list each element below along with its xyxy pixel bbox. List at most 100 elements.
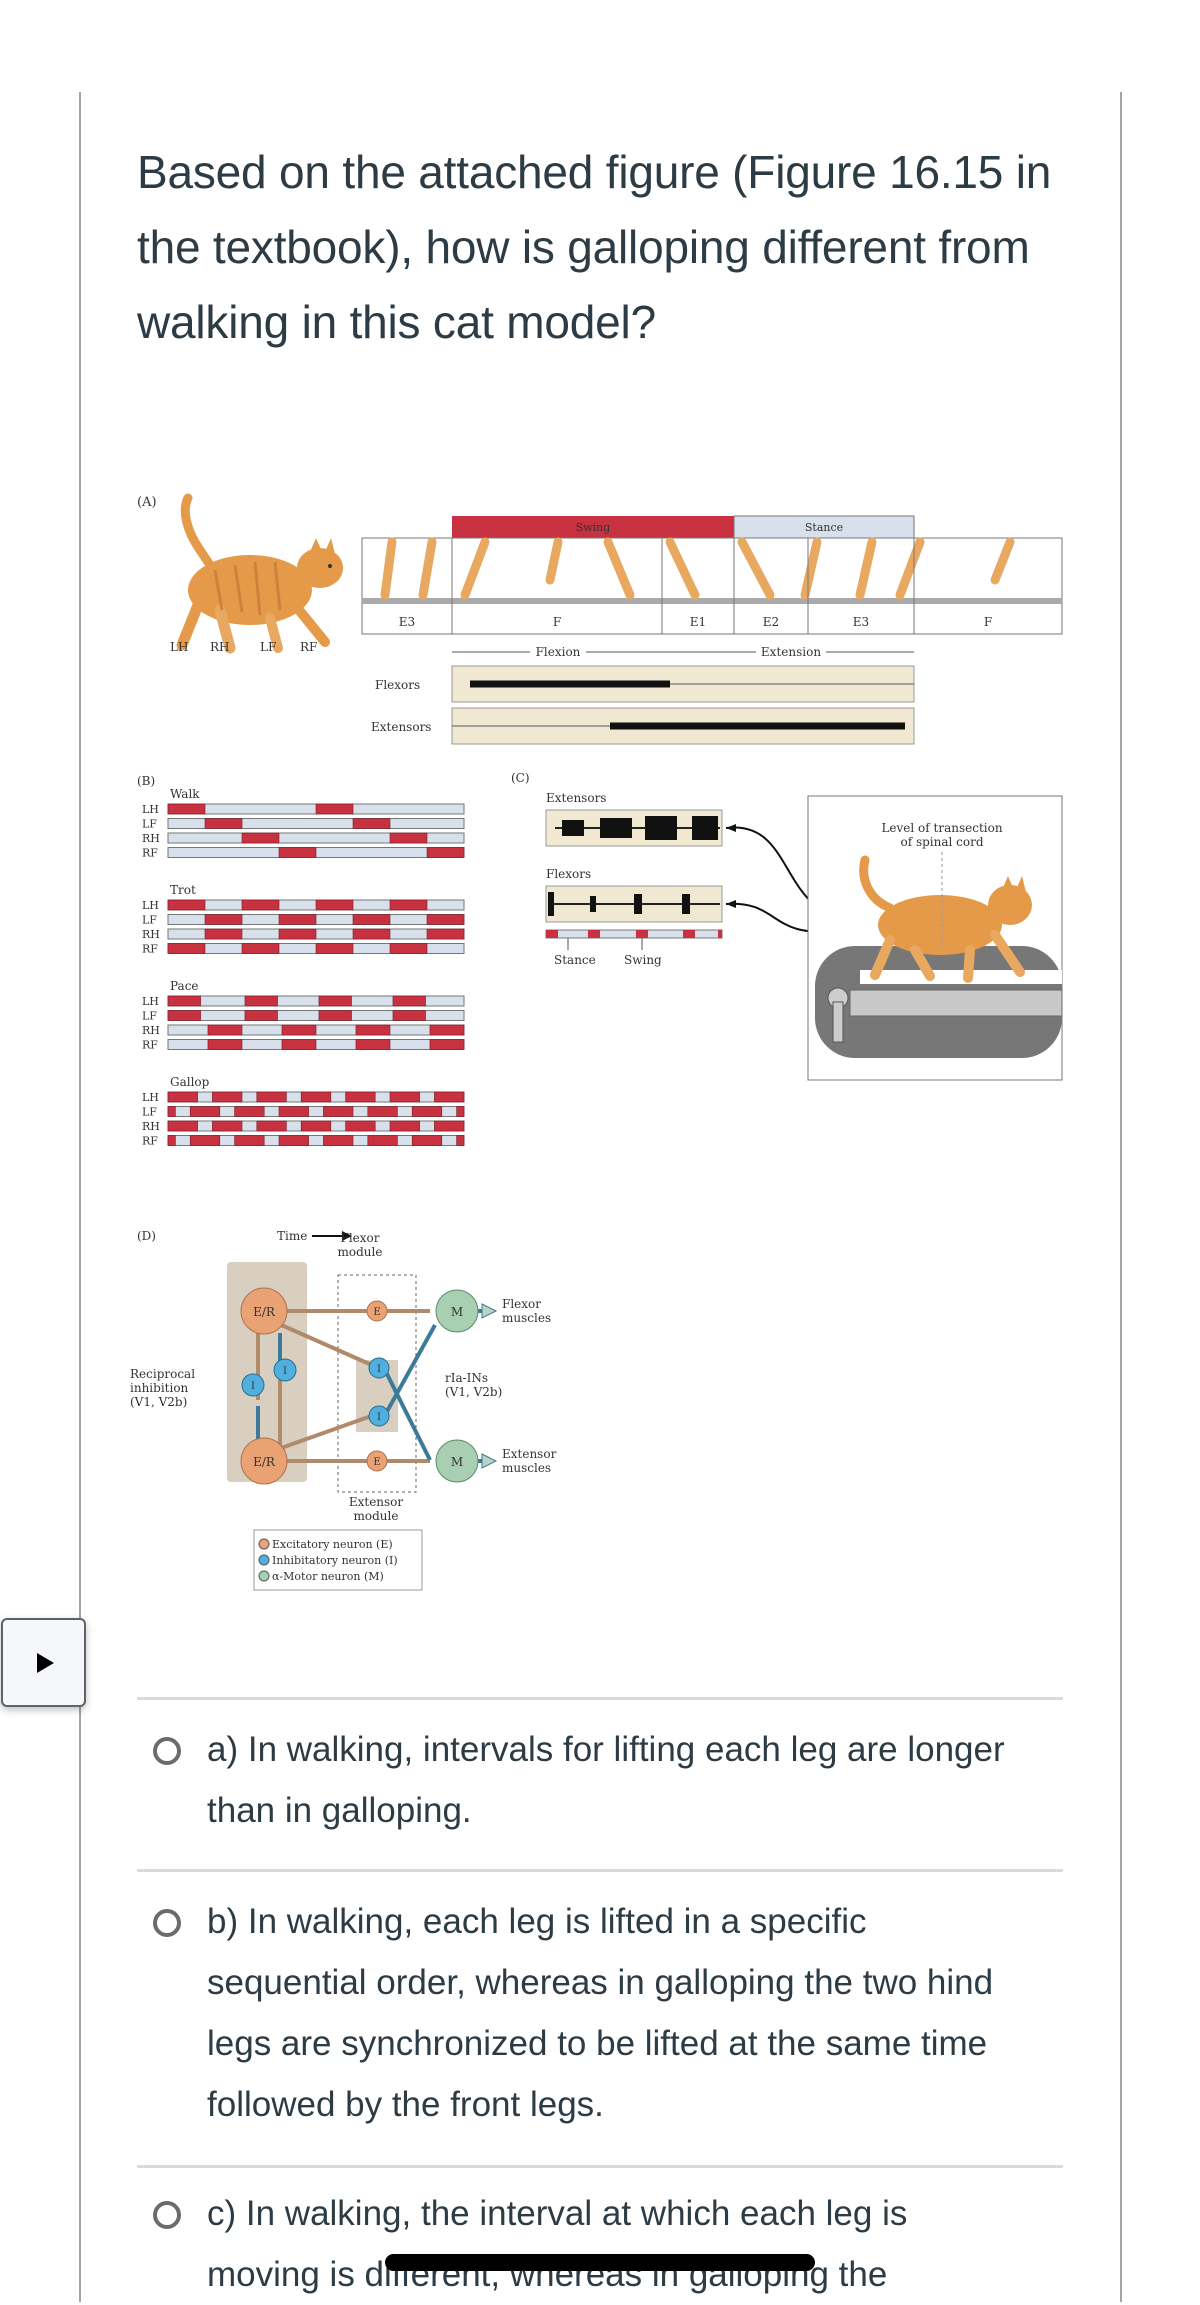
swing-segment <box>167 1120 198 1132</box>
leg-label-rh: RH <box>210 640 230 654</box>
swing-segment <box>189 1135 221 1146</box>
flexor-module-label-2: module <box>338 1245 383 1259</box>
flexor-output-arrow-icon <box>481 1303 498 1319</box>
swing-segment <box>256 1120 287 1132</box>
swing-segment <box>323 1135 354 1146</box>
answer-option-a[interactable]: a) In walking, intervals for lifting eac… <box>137 1697 1063 1869</box>
gait-title-trot: Trot <box>170 883 196 897</box>
radio-button-c[interactable] <box>153 2201 181 2229</box>
extensor-muscles-label-1: Extensor <box>502 1447 557 1461</box>
gait-leg-label: RH <box>142 832 160 845</box>
swing-segment <box>434 1091 465 1103</box>
swing-segment <box>167 943 206 954</box>
radio-button-a[interactable] <box>153 1737 181 1765</box>
swing-segment <box>429 1039 465 1050</box>
figure-svg: (A) LH RH LF RF Swing Stance E3 F E1 E2 … <box>130 493 1063 1591</box>
phase-label-f-second: F <box>984 615 992 629</box>
extensors-row-label: Extensors <box>371 720 431 734</box>
swing-segment <box>241 943 280 954</box>
legend-item-inhibitory: Inhibitatory neuron (I) <box>258 1554 398 1567</box>
node-er-bottom: E/R <box>240 1437 288 1485</box>
gait-leg-label: RF <box>142 943 158 956</box>
leg-label-lh: LH <box>170 640 188 654</box>
swing-segment <box>392 1010 426 1021</box>
swing-segment <box>207 1039 243 1050</box>
gait-leg-label: LH <box>142 995 159 1008</box>
treadmill-illustration <box>815 946 1063 1058</box>
swing-segment <box>278 914 317 925</box>
gait-title-walk: Walk <box>170 787 200 801</box>
legend-item-motor: α-Motor neuron (M) <box>258 1570 384 1583</box>
gait-leg-label: LF <box>142 1010 157 1023</box>
swing-segment <box>315 803 354 815</box>
gait-leg-label: RF <box>142 1039 158 1052</box>
panel-a-label: (A) <box>137 495 157 510</box>
swing-segment <box>389 1091 420 1103</box>
swing-segment <box>367 1106 398 1117</box>
swing-segment <box>167 1091 198 1103</box>
transection-label-2: of spinal cord <box>900 835 983 849</box>
flexor-module-label-1: Flexor <box>341 1231 380 1245</box>
legend-item-excitatory: Excitatory neuron (E) <box>258 1538 393 1551</box>
swing-segment <box>426 928 465 940</box>
swing-segment <box>204 928 243 940</box>
c-stance-label: Stance <box>554 953 596 967</box>
svg-text:E: E <box>373 1307 380 1318</box>
swing-segment <box>367 1135 398 1146</box>
swing-segment <box>234 1106 265 1117</box>
extensor-muscles-label-2: muscles <box>502 1461 551 1475</box>
c-extensors-label: Extensors <box>546 791 606 805</box>
swing-segment <box>204 914 243 925</box>
swing-segment <box>278 1135 309 1146</box>
content-frame-right-border <box>1120 92 1122 2302</box>
swing-segment <box>389 1120 420 1132</box>
phase-label-f: F <box>553 615 561 629</box>
swing-segment <box>411 1135 443 1146</box>
node-i-ria-bottom: I <box>368 1405 390 1427</box>
phase-label-e1: E1 <box>690 615 706 629</box>
swing-segment <box>389 832 428 844</box>
swing-segment <box>241 899 280 911</box>
node-i-ria-top: I <box>368 1357 390 1379</box>
svg-text:I: I <box>251 1381 255 1392</box>
panel-b-label: (B) <box>137 774 155 788</box>
swing-segment <box>281 1039 317 1050</box>
radio-button-b[interactable] <box>153 1909 181 1937</box>
swing-segment <box>345 1091 376 1103</box>
extensor-module-label-2: module <box>354 1509 399 1523</box>
question-text: Based on the attached figure (Figure 16.… <box>137 146 1052 348</box>
swing-segment <box>426 914 465 925</box>
swing-segment <box>411 1106 443 1117</box>
c-stance-swing-bar <box>545 929 723 939</box>
node-i-right: I <box>273 1358 297 1382</box>
svg-text:I: I <box>283 1366 287 1377</box>
home-indicator-bar <box>385 2254 815 2271</box>
sidebar-toggle-button[interactable] <box>1 1618 86 1707</box>
swing-segment <box>212 1091 243 1103</box>
transection-label-1: Level of transection <box>881 821 1002 835</box>
answer-option-c[interactable]: c) In walking, the interval at which eac… <box>137 2165 1063 2305</box>
answer-option-b[interactable]: b) In walking, each leg is lifted in a s… <box>137 1869 1063 2165</box>
swing-segment <box>167 803 206 815</box>
swing-segment <box>256 1091 287 1103</box>
svg-text:Excitatory neuron (E): Excitatory neuron (E) <box>272 1538 393 1551</box>
ria-label-1: rIa-INs <box>445 1371 488 1385</box>
option-b-text: b) In walking, each leg is lifted in a s… <box>207 1902 994 2124</box>
phase-label-e2: E2 <box>763 615 779 629</box>
flexion-label: Flexion <box>536 645 581 659</box>
option-a-text: a) In walking, intervals for lifting eac… <box>207 1730 1005 1830</box>
swing-segment <box>234 1135 265 1146</box>
swing-segment <box>278 847 317 858</box>
swing-segment <box>434 1120 465 1132</box>
swing-segment <box>167 1135 176 1146</box>
swing-segment <box>315 943 354 954</box>
swing-segment <box>456 1135 465 1146</box>
swing-segment <box>456 1106 465 1117</box>
c-swing-label: Swing <box>624 953 662 967</box>
swing-segment <box>278 1106 309 1117</box>
content-frame-left-border <box>79 92 81 2302</box>
gait-leg-label: LF <box>142 1106 157 1119</box>
svg-text:α-Motor neuron (M): α-Motor neuron (M) <box>272 1570 384 1583</box>
extension-label: Extension <box>761 645 821 659</box>
node-m-flexor: M <box>435 1289 479 1333</box>
